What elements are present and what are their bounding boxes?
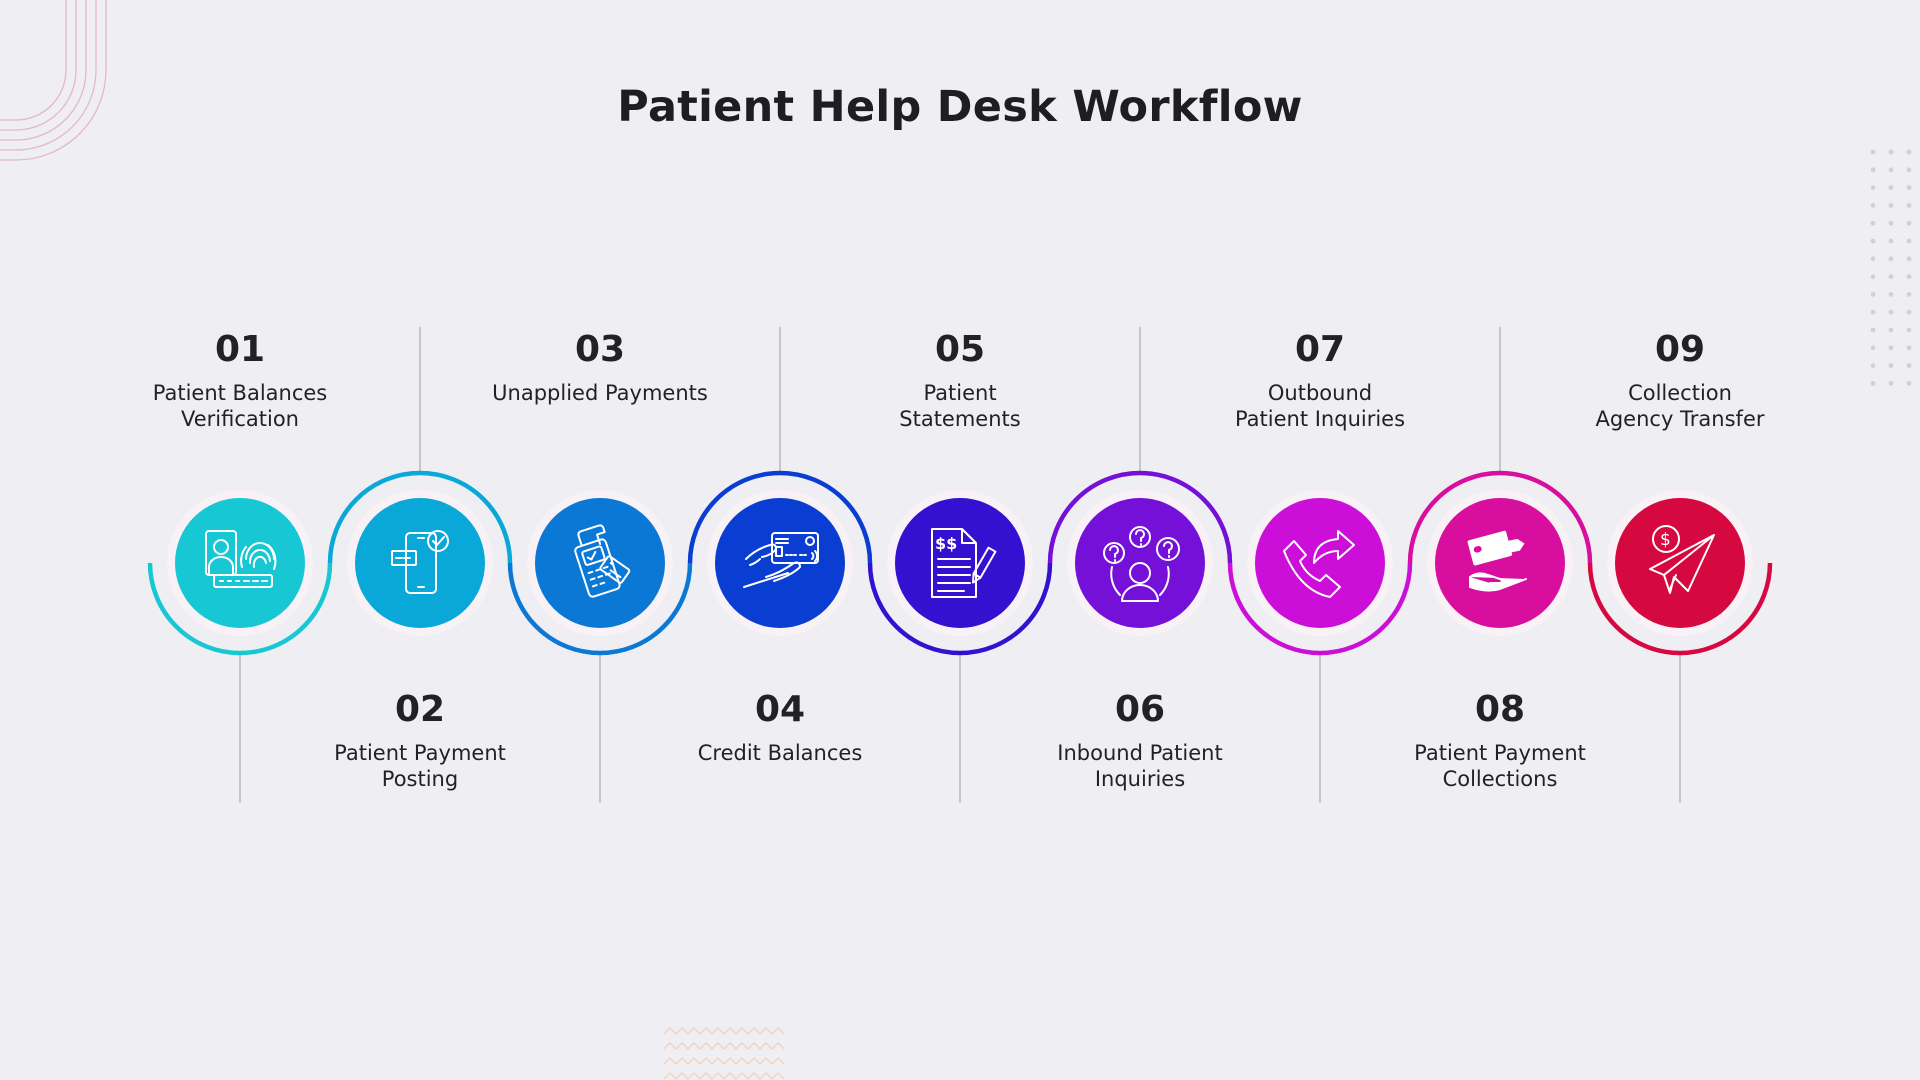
- step-01-text: 01 Patient Balances Verification: [90, 332, 390, 432]
- step-number: 03: [574, 329, 626, 370]
- step-label: Collection Agency Transfer: [1530, 380, 1830, 432]
- step-label: Outbound Patient Inquiries: [1170, 380, 1470, 432]
- step-label-line: Outbound: [1267, 381, 1373, 405]
- step-09-text: 09 Collection Agency Transfer: [1530, 332, 1830, 432]
- step-number: 01: [214, 329, 266, 370]
- step-label-line: Patient Balances: [152, 381, 328, 405]
- step-05-text: 05 Patient Statements: [810, 332, 1110, 432]
- step-number: 08: [1474, 689, 1526, 730]
- step-label-line: Patient Payment: [334, 741, 506, 765]
- step-label-line: Statements: [899, 407, 1021, 431]
- step-07-text: 07 Outbound Patient Inquiries: [1170, 332, 1470, 432]
- step-label-line: Unapplied Payments: [492, 381, 708, 405]
- step-number: 09: [1654, 329, 1706, 370]
- step-label-line: Patient Payment: [1414, 741, 1586, 765]
- step-number: 06: [1114, 689, 1166, 730]
- step-label-line: Collection: [1628, 381, 1732, 405]
- circle-fill: [1255, 498, 1385, 628]
- step-label-line: Patient Inquiries: [1234, 407, 1406, 431]
- step-label-line: Inquiries: [1094, 767, 1186, 791]
- svg-text:$: $: [1660, 530, 1671, 550]
- circle-fill: [895, 498, 1025, 628]
- step-02-text: 02 Patient Payment Posting: [270, 692, 570, 792]
- circle-fill: [535, 498, 665, 628]
- circle-fill: [175, 498, 305, 628]
- step-06-text: 06 Inbound Patient Inquiries: [990, 692, 1290, 792]
- svg-text:$$: $$: [935, 534, 957, 553]
- step-number: 05: [934, 329, 986, 370]
- step-label: Patient Payment Posting: [270, 740, 570, 792]
- step-label-line: Posting: [381, 767, 459, 791]
- step-label-line: Collections: [1442, 767, 1558, 791]
- step-label: Patient Balances Verification: [90, 380, 390, 432]
- step-number: 04: [754, 689, 806, 730]
- step-04-text: 04 Credit Balances: [630, 692, 930, 766]
- step-number: 02: [394, 689, 446, 730]
- step-label: Inbound Patient Inquiries: [990, 740, 1290, 792]
- step-label: Unapplied Payments: [450, 380, 750, 406]
- step-label-line: Verification: [181, 407, 299, 431]
- step-08-text: 08 Patient Payment Collections: [1350, 692, 1650, 792]
- step-label-line: Patient: [923, 381, 997, 405]
- step-label-line: Inbound Patient: [1057, 741, 1223, 765]
- circle-fill: [355, 498, 485, 628]
- step-number: 07: [1294, 329, 1346, 370]
- step-label: Credit Balances: [630, 740, 930, 766]
- step-label-line: Credit Balances: [697, 741, 863, 765]
- circle-fill: [1435, 498, 1565, 628]
- step-label: Patient Statements: [810, 380, 1110, 432]
- step-label-line: Agency Transfer: [1595, 407, 1765, 431]
- step-03-text: 03 Unapplied Payments: [450, 332, 750, 406]
- step-label: Patient Payment Collections: [1350, 740, 1650, 792]
- workflow-diagram: $$ $: [147, 327, 1773, 803]
